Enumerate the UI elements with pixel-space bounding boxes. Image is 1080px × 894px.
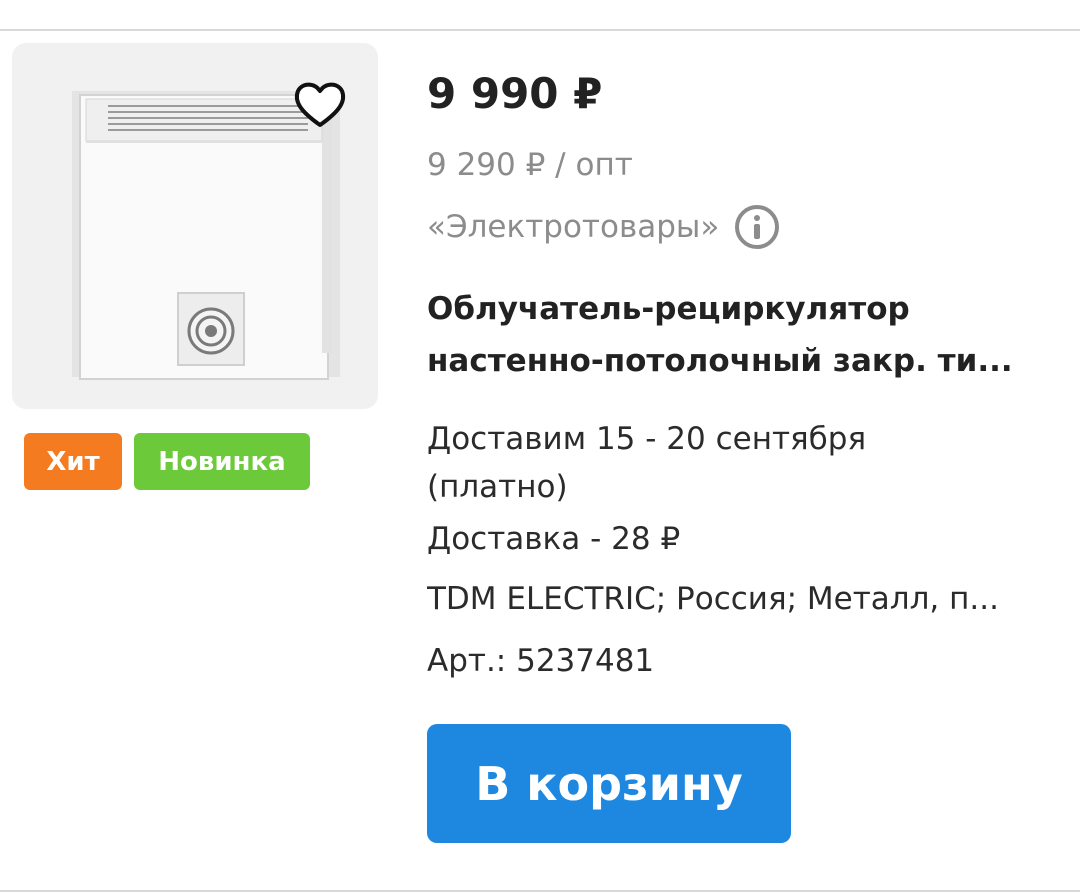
delivery-cost: Доставка - 28 ₽ xyxy=(427,521,681,557)
badge-new: Новинка xyxy=(134,433,310,490)
heart-outline-icon[interactable] xyxy=(290,75,350,135)
seller-name[interactable]: «Электротовары» xyxy=(427,209,719,245)
product-image-container[interactable] xyxy=(12,43,378,409)
article-number: Арт.: 5237481 xyxy=(427,643,655,679)
product-card[interactable]: Хит Новинка 9 990 ₽ 9 290 ₽ / опт «Элект… xyxy=(0,31,1080,890)
info-icon[interactable] xyxy=(733,203,781,251)
product-specs: TDM ELECTRIC; Россия; Металл, п... xyxy=(427,581,999,617)
title-line-2: настенно-потолочный закр. ти... xyxy=(427,343,1013,379)
seller-row: «Электротовары» xyxy=(427,203,781,251)
badges: Хит Новинка xyxy=(24,433,310,490)
title-line-1: Облучатель-рециркулятор xyxy=(427,291,910,327)
add-to-cart-button[interactable]: В корзину xyxy=(427,724,791,843)
badge-hit: Хит xyxy=(24,433,122,490)
delivery-paid-note: (платно) xyxy=(427,469,568,505)
bottom-divider xyxy=(0,890,1080,892)
delivery-info: Доставим 15 - 20 сентября (платно) xyxy=(427,415,866,511)
wholesale-price: 9 290 ₽ / опт xyxy=(427,147,633,183)
price: 9 990 ₽ xyxy=(427,69,603,118)
delivery-dates: Доставим 15 - 20 сентября xyxy=(427,421,867,457)
product-title[interactable]: Облучатель-рециркулятор настенно-потолоч… xyxy=(427,283,1047,387)
